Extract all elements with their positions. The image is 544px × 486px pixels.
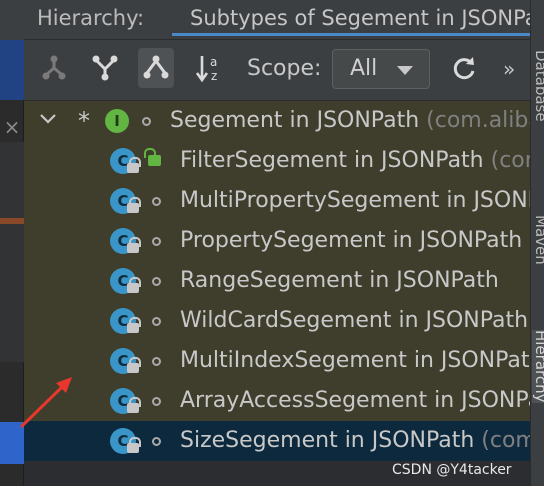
svg-text:a: a: [210, 55, 217, 69]
root-modifier: *: [78, 107, 90, 135]
tool-tab-hierarchy[interactable]: Hierarchy: [532, 330, 544, 403]
hierarchy-header: Hierarchy: Subtypes of Segement in JSONP…: [24, 0, 530, 40]
tree-row[interactable]: C FilterSegement in JSONPath (com.alibab…: [24, 141, 530, 181]
scope-value: All: [350, 56, 378, 81]
hierarchy-tree: * I Segement in JSONPath (com.alibaba.fa…: [24, 101, 530, 461]
editor-edge: ×: [0, 0, 24, 486]
tree-item-package: (com.alibaba.fastjson): [481, 428, 530, 453]
tree-item-package: (com.alibaba.fastjson): [426, 108, 530, 133]
tree-row[interactable]: C PropertySegement in JSONPath: [24, 221, 530, 261]
type-hierarchy-button[interactable]: [36, 48, 72, 88]
watermark: CSDN @Y4tacker: [392, 462, 512, 478]
sort-alphabetically-button[interactable]: a z: [192, 48, 228, 88]
tree-row[interactable]: C MultiIndexSegement in JSONPath: [24, 341, 530, 381]
lock-icon: [127, 357, 141, 373]
package-private-icon: [152, 437, 161, 446]
supertypes-hierarchy-button[interactable]: [87, 48, 123, 88]
tree-row-selected[interactable]: C SizeSegement in JSONPath (com.alibaba.…: [24, 421, 530, 461]
package-private-icon: [142, 117, 151, 126]
package-private-icon: [152, 357, 161, 366]
lock-icon: [127, 277, 141, 293]
package-private-icon: [152, 197, 161, 206]
public-access-icon: [144, 148, 161, 166]
scope-label: Scope:: [247, 56, 322, 81]
lock-icon: [127, 157, 141, 173]
hierarchy-toolbar: a z Scope: All »: [24, 40, 530, 101]
svg-text:z: z: [211, 69, 217, 83]
sort-alphabetically-icon: a z: [195, 55, 217, 83]
editor-marker: [0, 218, 24, 224]
refresh-button[interactable]: [446, 48, 482, 88]
type-hierarchy-icon: [42, 55, 66, 80]
chevron-down-icon: [397, 66, 413, 75]
close-icon[interactable]: ×: [0, 112, 24, 142]
tree-item-label: ArrayAccessSegement in JSONPath: [180, 388, 530, 413]
tree-item-label: RangeSegement in JSONPath: [180, 268, 499, 293]
tree-item-label: MultiPropertySegement in JSONPath: [180, 188, 530, 213]
chevron-down-icon[interactable]: [38, 109, 58, 129]
tab-subtypes[interactable]: Subtypes of Segement in JSONPath: [172, 0, 530, 36]
tree-item-label: SizeSegement in JSONPath: [180, 428, 475, 453]
tool-window-title: Hierarchy:: [37, 6, 145, 30]
supertypes-hierarchy-icon: [92, 55, 118, 81]
lock-icon: [127, 437, 141, 453]
subtypes-hierarchy-button[interactable]: [138, 48, 174, 88]
tab-subtypes-label: Subtypes of Segement in JSONPath: [190, 6, 530, 30]
tree-item-label: MultiIndexSegement in JSONPath: [180, 348, 530, 373]
tree-item-label: WildCardSegement in JSONPath: [180, 308, 529, 333]
editor-tab-strip: [0, 0, 24, 40]
editor-panel: [0, 142, 24, 362]
scope-select[interactable]: All: [332, 49, 430, 89]
tree-root-row[interactable]: * I Segement in JSONPath (com.alibaba.fa…: [24, 101, 530, 141]
lock-icon: [127, 317, 141, 333]
tree-row[interactable]: C MultiPropertySegement in JSONPath: [24, 181, 530, 221]
refresh-icon: [453, 57, 475, 80]
lock-icon: [127, 397, 141, 413]
tree-row[interactable]: C WildCardSegement in JSONPath: [24, 301, 530, 341]
subtypes-hierarchy-icon: [143, 55, 169, 79]
tool-tab-database[interactable]: Database: [532, 50, 544, 122]
editor-selected-line: [0, 422, 24, 464]
package-private-icon: [152, 317, 161, 326]
tree-item-label: Segement in JSONPath: [170, 108, 420, 133]
editor-selection-highlight: [0, 40, 24, 100]
package-private-icon: [152, 237, 161, 246]
tree-row[interactable]: C ArrayAccessSegement in JSONPath: [24, 381, 530, 421]
tool-tab-maven[interactable]: Maven: [532, 215, 544, 265]
package-private-icon: [152, 277, 161, 286]
tree-item-package: (com.alibaba.fastjson): [490, 148, 530, 173]
lock-icon: [127, 197, 141, 213]
tree-item-label: FilterSegement in JSONPath: [180, 148, 484, 173]
package-private-icon: [152, 397, 161, 406]
more-actions-button[interactable]: »: [503, 51, 515, 87]
tree-row[interactable]: C RangeSegement in JSONPath: [24, 261, 530, 301]
interface-icon: I: [105, 109, 129, 133]
right-tool-strip: Database Maven Hierarchy: [530, 0, 544, 486]
lock-icon: [127, 237, 141, 253]
tree-item-label: PropertySegement in JSONPath: [180, 228, 523, 253]
